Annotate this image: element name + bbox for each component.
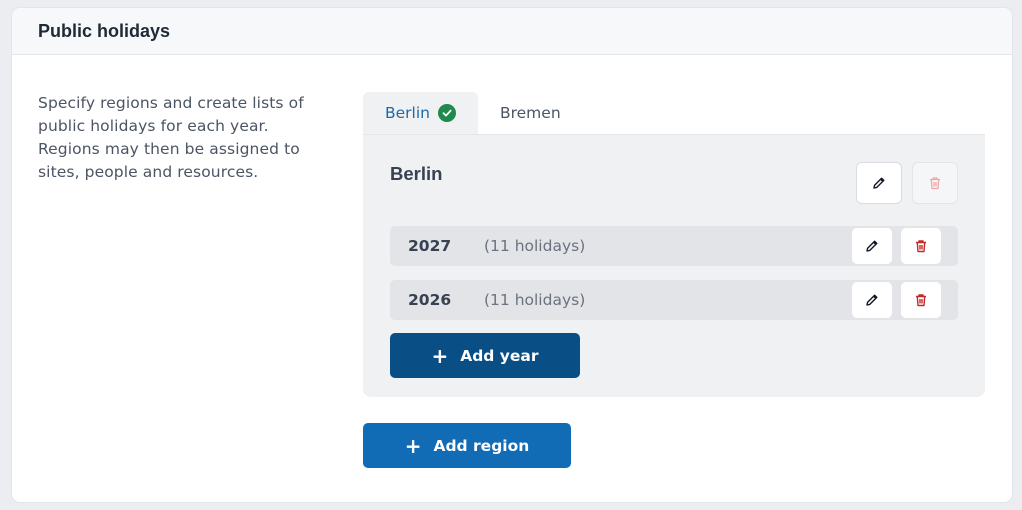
delete-year-button[interactable]: [901, 282, 941, 318]
card-title: Public holidays: [38, 20, 171, 41]
card-header: Public holidays: [12, 8, 1012, 55]
edit-year-button[interactable]: [852, 282, 892, 318]
plus-icon: +: [431, 343, 449, 368]
region-tabs: Berlin Bremen: [363, 92, 583, 134]
plus-icon: +: [404, 433, 422, 458]
year-row: 2026 (11 holidays): [390, 280, 958, 320]
region-panel: Berlin 2027 (11 holidays) 2026 (11 holid…: [363, 135, 985, 397]
year-row: 2027 (11 holidays): [390, 226, 958, 266]
trash-icon: [930, 177, 940, 190]
tab-bremen[interactable]: Bremen: [478, 92, 583, 134]
holiday-count: (11 holidays): [484, 291, 586, 309]
edit-region-button[interactable]: [856, 162, 902, 204]
region-name: Berlin: [390, 163, 443, 184]
tab-berlin[interactable]: Berlin: [363, 92, 478, 134]
pencil-icon: [866, 240, 878, 252]
trash-icon: [916, 240, 926, 253]
delete-region-button[interactable]: [912, 162, 958, 204]
tab-label: Bremen: [499, 104, 561, 122]
add-region-button[interactable]: + Add region: [363, 423, 571, 468]
add-year-button[interactable]: + Add year: [390, 333, 580, 378]
holiday-count: (11 holidays): [484, 237, 586, 255]
add-year-label: Add year: [460, 346, 539, 365]
tab-label: Berlin: [385, 104, 430, 122]
check-icon: [437, 104, 456, 122]
pencil-icon: [866, 294, 878, 306]
trash-icon: [916, 294, 926, 307]
delete-year-button[interactable]: [901, 228, 941, 264]
year-label: 2027: [408, 237, 452, 255]
add-region-label: Add region: [433, 436, 530, 455]
section-description: Specify regions and create lists of publ…: [38, 94, 304, 181]
year-label: 2026: [408, 291, 452, 309]
edit-year-button[interactable]: [852, 228, 892, 264]
pencil-icon: [873, 177, 885, 189]
